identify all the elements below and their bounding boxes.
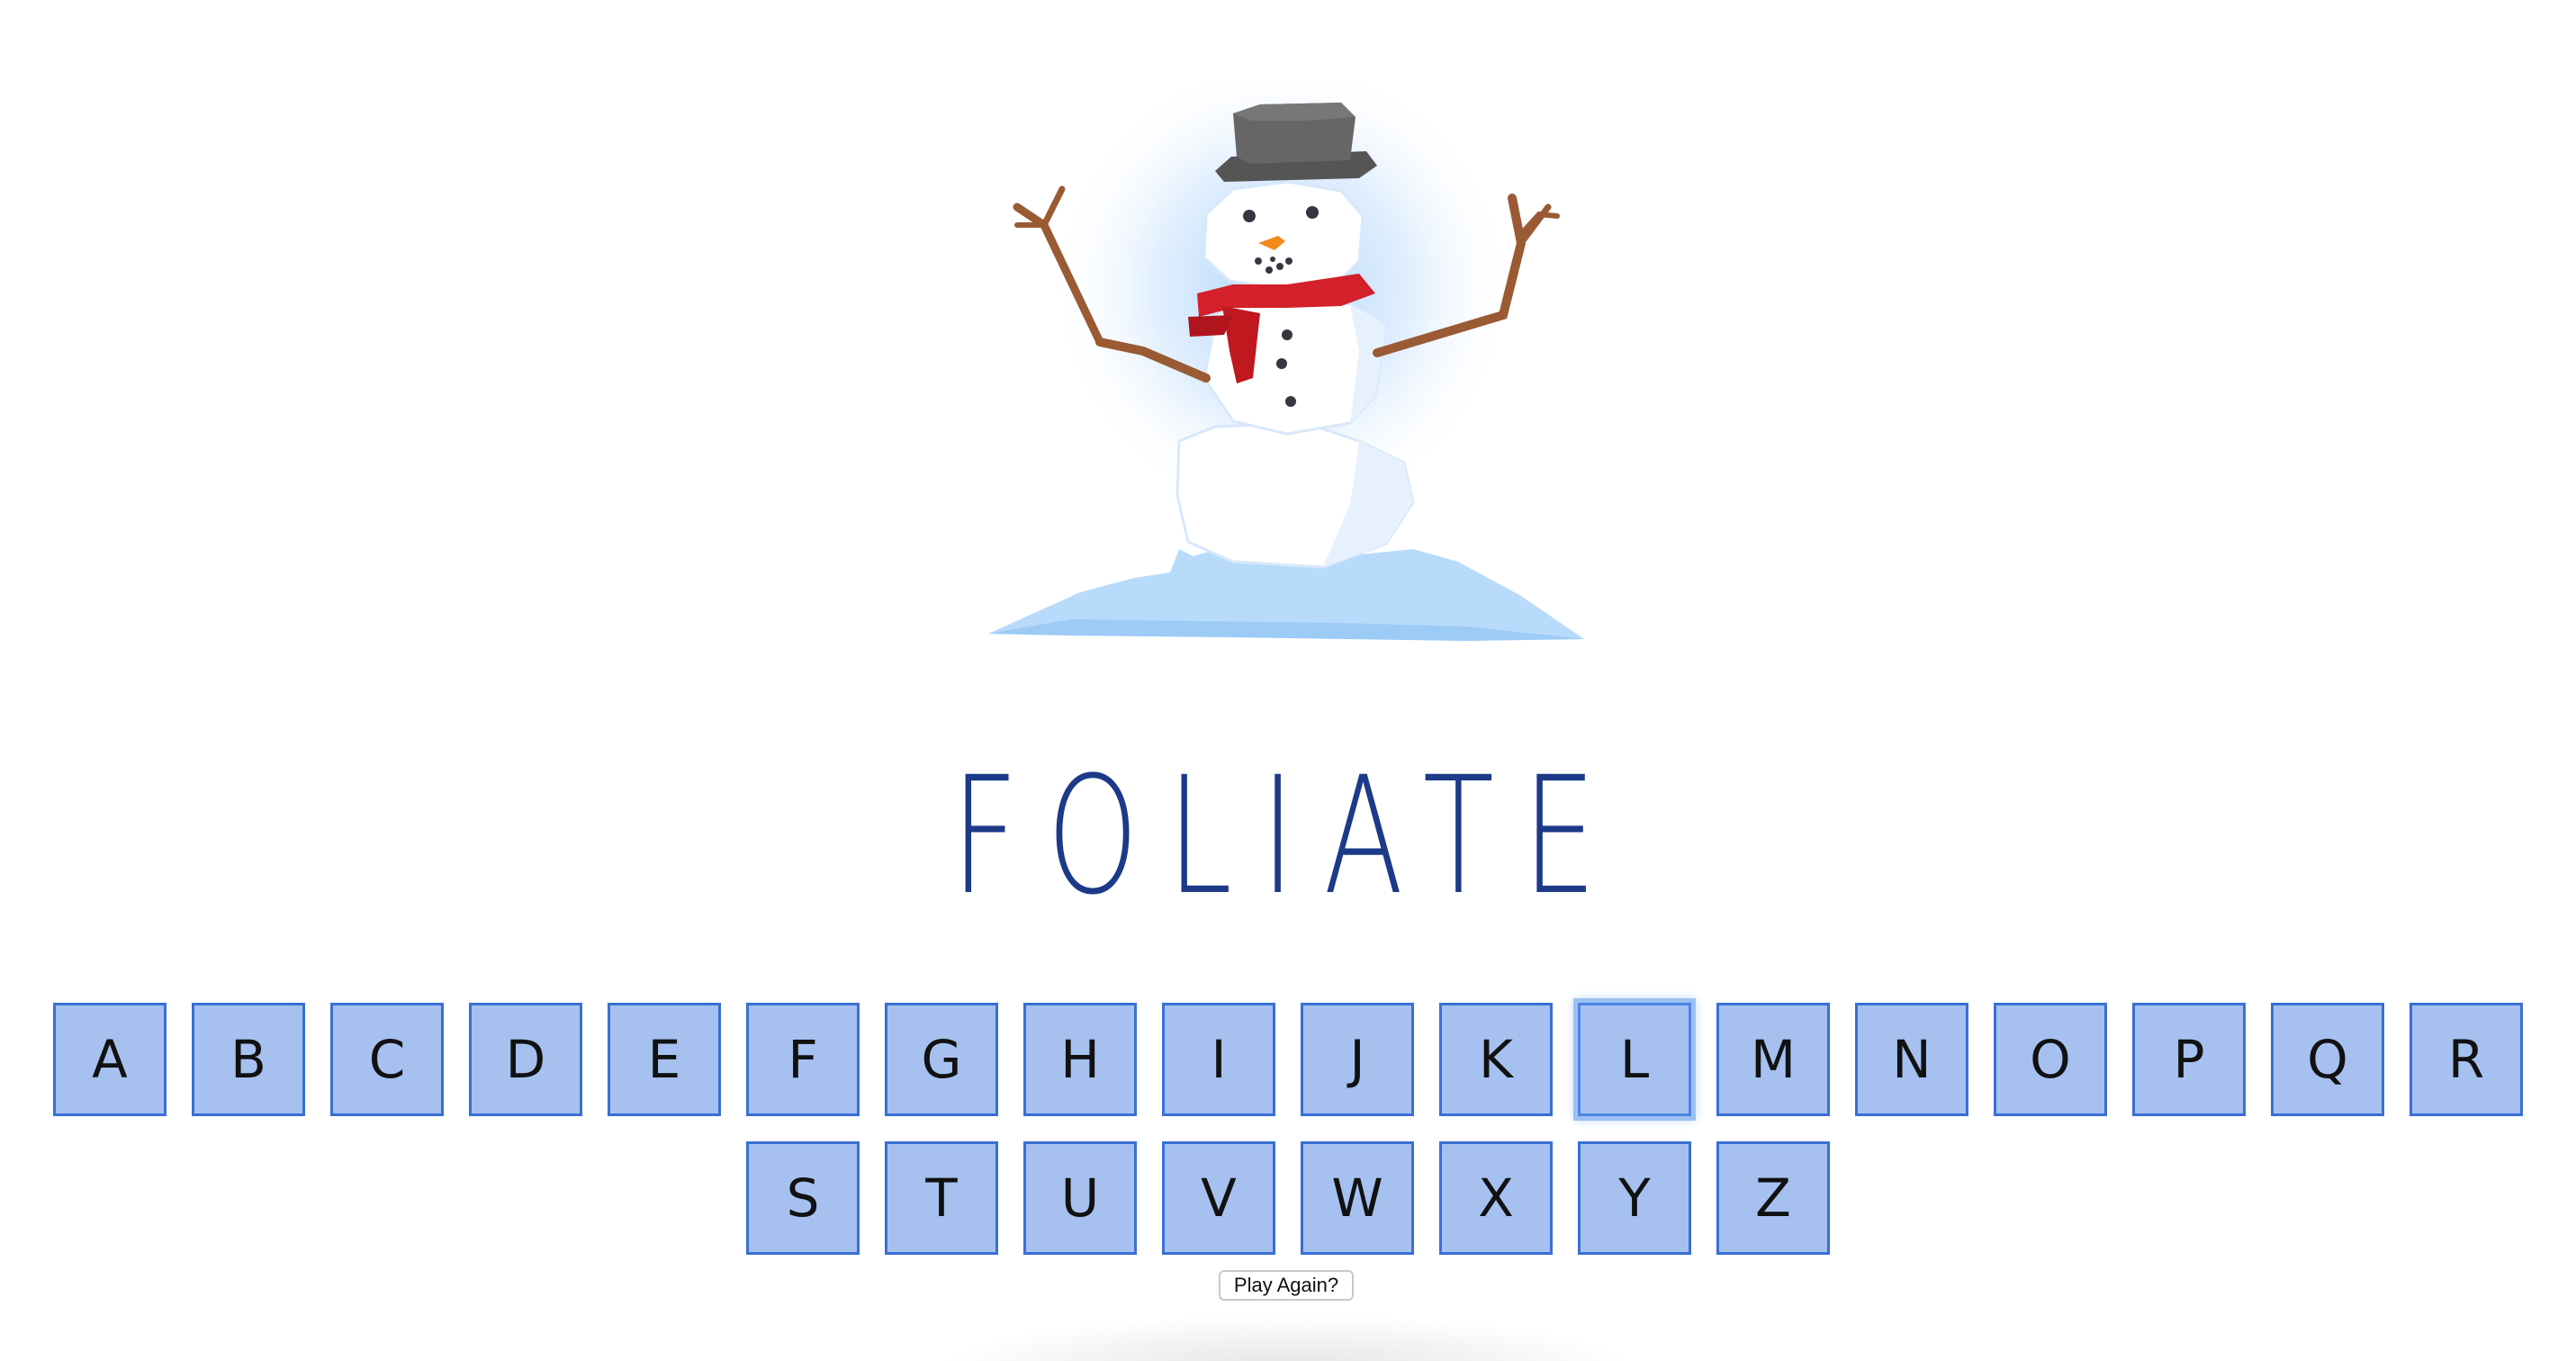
letter-key-f[interactable]: F xyxy=(746,1003,860,1116)
letter-key-w[interactable]: W xyxy=(1301,1141,1414,1255)
play-again-button[interactable]: Play Again? xyxy=(1219,1270,1354,1301)
letter-key-s[interactable]: S xyxy=(746,1141,860,1255)
letter-key-n[interactable]: N xyxy=(1855,1003,1968,1116)
guessed-word: FOLIATE xyxy=(950,743,1626,931)
letter-key-c[interactable]: C xyxy=(330,1003,444,1116)
hangman-game: FOLIATE ABCDEFGHIJKLMNOPQR STUVWXYZ Play… xyxy=(0,0,2576,1361)
letter-key-g[interactable]: G xyxy=(885,1003,998,1116)
letter-key-d[interactable]: D xyxy=(469,1003,582,1116)
letter-key-h[interactable]: H xyxy=(1023,1003,1137,1116)
snowman-icon xyxy=(988,81,1584,641)
letter-key-u[interactable]: U xyxy=(1023,1141,1137,1255)
letter-key-l[interactable]: L xyxy=(1578,1003,1691,1116)
letter-key-o[interactable]: O xyxy=(1994,1003,2107,1116)
letter-key-j[interactable]: J xyxy=(1301,1003,1414,1116)
letter-key-k[interactable]: K xyxy=(1439,1003,1553,1116)
letter-key-i[interactable]: I xyxy=(1162,1003,1275,1116)
letter-key-q[interactable]: Q xyxy=(2271,1003,2384,1116)
letter-key-t[interactable]: T xyxy=(885,1141,998,1255)
letter-key-e[interactable]: E xyxy=(608,1003,721,1116)
keyboard-row-2: STUVWXYZ xyxy=(0,1141,2576,1257)
letter-key-b[interactable]: B xyxy=(192,1003,305,1116)
bottom-shadow xyxy=(936,1314,1638,1361)
letter-key-a[interactable]: A xyxy=(53,1003,167,1116)
letter-key-m[interactable]: M xyxy=(1716,1003,1830,1116)
letter-key-r[interactable]: R xyxy=(2409,1003,2523,1116)
letter-key-y[interactable]: Y xyxy=(1578,1141,1691,1255)
letter-key-z[interactable]: Z xyxy=(1716,1141,1830,1255)
letter-key-v[interactable]: V xyxy=(1162,1141,1275,1255)
keyboard-row-1: ABCDEFGHIJKLMNOPQR xyxy=(0,1003,2576,1118)
letter-key-p[interactable]: P xyxy=(2132,1003,2246,1116)
letter-key-x[interactable]: X xyxy=(1439,1141,1553,1255)
